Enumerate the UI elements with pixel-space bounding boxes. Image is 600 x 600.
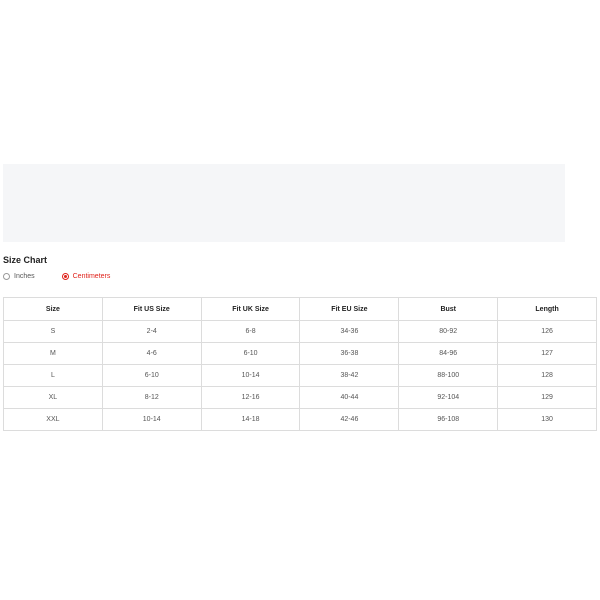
table-cell: 6-10 [101, 364, 202, 387]
table-row: XXL 10-14 14-18 42-46 96-108 130 [3, 408, 597, 431]
table-cell: 92-104 [398, 386, 499, 409]
table-header-row: Size Fit US Size Fit UK Size Fit EU Size… [3, 297, 597, 321]
unit-option-inches[interactable]: Inches [3, 273, 35, 280]
table-cell: 129 [497, 386, 597, 409]
table-cell: 126 [497, 320, 597, 343]
radio-inches[interactable] [3, 273, 10, 280]
table-row: XL 8-12 12-16 40-44 92-104 129 [3, 386, 597, 409]
table-cell: 128 [497, 364, 597, 387]
table-cell: 80-92 [398, 320, 499, 343]
header-fit-uk-size: Fit UK Size [200, 297, 301, 321]
table-cell: 40-44 [299, 386, 400, 409]
table-cell: XXL [3, 408, 103, 431]
table-cell: 42-46 [299, 408, 400, 431]
header-fit-eu-size: Fit EU Size [299, 297, 400, 321]
table-cell: 8-12 [101, 386, 202, 409]
table-cell: 14-18 [200, 408, 301, 431]
table-row: S 2-4 6-8 34-36 80-92 126 [3, 320, 597, 343]
table-cell: 6-8 [200, 320, 301, 343]
size-chart-title: Size Chart [3, 255, 48, 265]
header-bust: Bust [398, 297, 499, 321]
radio-centimeters[interactable] [61, 273, 69, 280]
table-cell: 96-108 [398, 408, 499, 431]
table-cell: 127 [497, 342, 597, 365]
unit-label-inches: Inches [14, 273, 35, 280]
table-cell: 130 [497, 408, 597, 431]
table-cell: 12-16 [200, 386, 301, 409]
table-row: L 6-10 10-14 38-42 88-100 128 [3, 364, 597, 387]
table-cell: M [3, 342, 103, 365]
table-cell: L [3, 364, 103, 387]
table-cell: 36-38 [299, 342, 400, 365]
table-cell: 84-96 [398, 342, 499, 365]
unit-option-centimeters[interactable]: Centimeters [61, 273, 111, 280]
unit-label-centimeters: Centimeters [72, 273, 111, 280]
header-length: Length [497, 297, 597, 321]
header-size: Size [3, 297, 103, 321]
table-cell: 34-36 [299, 320, 400, 343]
table-cell: 38-42 [299, 364, 400, 387]
table-cell: 4-6 [101, 342, 202, 365]
table-cell: S [3, 320, 103, 343]
size-table: Size Fit US Size Fit UK Size Fit EU Size… [3, 297, 597, 431]
table-cell: 10-14 [200, 364, 301, 387]
table-cell: 6-10 [200, 342, 301, 365]
table-cell: XL [3, 386, 103, 409]
unit-toggle: Inches Centimeters [3, 273, 110, 280]
image-placeholder [3, 164, 565, 242]
table-row: M 4-6 6-10 36-38 84-96 127 [3, 342, 597, 365]
header-fit-us-size: Fit US Size [101, 297, 202, 321]
table-cell: 88-100 [398, 364, 499, 387]
table-cell: 2-4 [101, 320, 202, 343]
table-cell: 10-14 [101, 408, 202, 431]
